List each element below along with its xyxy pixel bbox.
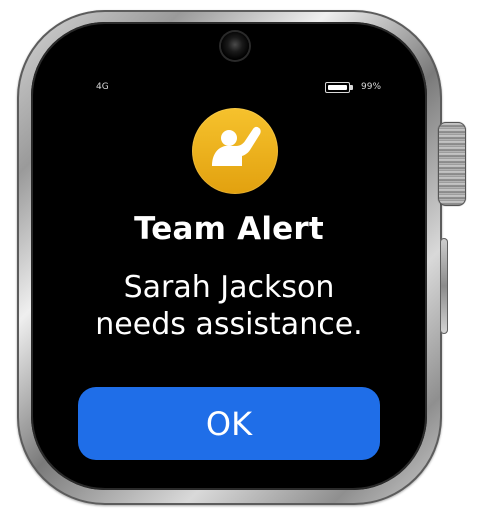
ok-button[interactable]: OK <box>78 387 380 460</box>
battery-icon <box>325 82 356 95</box>
digital-crown[interactable] <box>438 122 466 206</box>
watch-screen: 4G 99% Team Alert Sarah Jackson needs as… <box>43 34 415 480</box>
camera-icon <box>221 32 249 60</box>
battery-status: 99% <box>325 81 395 97</box>
battery-percentage: 99% <box>361 82 382 92</box>
side-button[interactable] <box>440 238 448 334</box>
raised-hand-person-icon <box>192 108 278 194</box>
network-status: 4G <box>96 82 109 92</box>
watch-ui: 4G 99% Team Alert Sarah Jackson needs as… <box>0 0 478 511</box>
alert-title: Team Alert <box>134 211 324 247</box>
alert-message: Sarah Jackson needs assistance. <box>95 270 363 342</box>
